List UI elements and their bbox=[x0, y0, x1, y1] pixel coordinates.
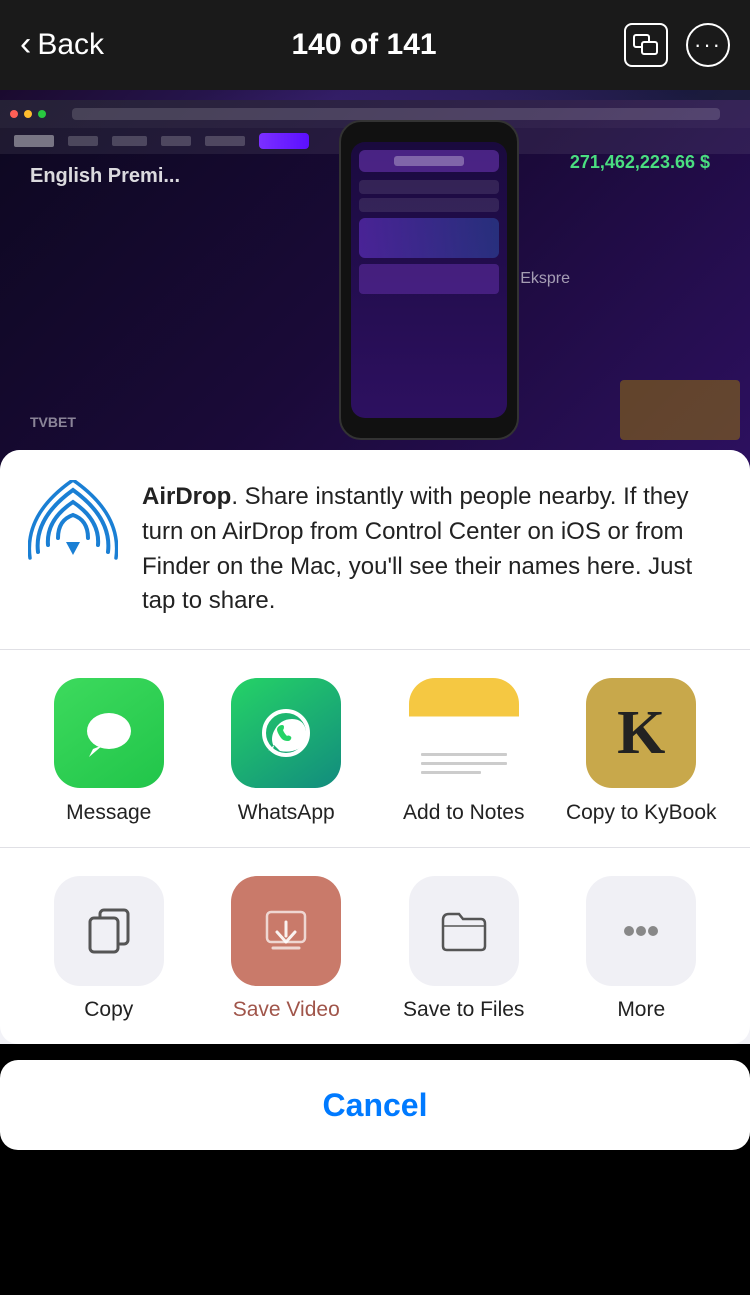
airdrop-description: AirDrop. Share instantly with people nea… bbox=[142, 480, 722, 619]
savevideo-action-icon bbox=[231, 876, 341, 986]
action-item-more[interactable]: More bbox=[553, 876, 731, 1022]
action-item-savetofiles[interactable]: Save to Files bbox=[375, 876, 553, 1022]
page-counter: 140 of 141 bbox=[291, 28, 436, 62]
apps-row: Message WhatsApp bbox=[20, 678, 730, 825]
message-app-label: Message bbox=[66, 800, 151, 825]
actions-row: Copy Save Video bbox=[20, 876, 730, 1022]
more-action-label: More bbox=[617, 998, 665, 1022]
whatsapp-app-icon bbox=[231, 678, 341, 788]
cancel-button[interactable]: Cancel bbox=[20, 1060, 730, 1150]
bg-text: English Premi... bbox=[30, 165, 180, 188]
back-chevron-icon: ‹ bbox=[20, 25, 31, 64]
app-item-kybook[interactable]: K Copy to KyBook bbox=[553, 678, 731, 825]
header-actions: ··· bbox=[624, 23, 730, 67]
app-item-whatsapp[interactable]: WhatsApp bbox=[198, 678, 376, 825]
copy-action-label: Copy bbox=[84, 998, 133, 1022]
back-label: Back bbox=[37, 28, 104, 62]
back-button[interactable]: ‹ Back bbox=[20, 27, 104, 64]
savetofiles-action-label: Save to Files bbox=[403, 998, 524, 1022]
airdrop-title: AirDrop bbox=[142, 483, 231, 510]
copy-action-icon bbox=[54, 876, 164, 986]
actions-section: Copy Save Video bbox=[0, 848, 750, 1044]
kybook-app-icon: K bbox=[586, 678, 696, 788]
savevideo-action-label: Save Video bbox=[233, 998, 340, 1022]
gallery-icon[interactable] bbox=[624, 23, 668, 67]
message-app-icon bbox=[54, 678, 164, 788]
airdrop-icon bbox=[28, 480, 118, 570]
action-item-savevideo[interactable]: Save Video bbox=[198, 876, 376, 1022]
kybook-app-label: Copy to KyBook bbox=[566, 800, 717, 825]
app-item-notes[interactable]: Add to Notes bbox=[375, 678, 553, 825]
savetofiles-action-icon bbox=[409, 876, 519, 986]
action-item-copy[interactable]: Copy bbox=[20, 876, 198, 1022]
app-item-message[interactable]: Message bbox=[20, 678, 198, 825]
apps-section: Message WhatsApp bbox=[0, 650, 750, 848]
whatsapp-app-label: WhatsApp bbox=[238, 800, 335, 825]
more-action-icon bbox=[586, 876, 696, 986]
background-image: English Premi... 271,462,223.66 $ Ekspre… bbox=[0, 90, 750, 480]
airdrop-section[interactable]: AirDrop. Share instantly with people nea… bbox=[0, 450, 750, 650]
more-options-icon[interactable]: ··· bbox=[686, 23, 730, 67]
notes-app-label: Add to Notes bbox=[403, 800, 524, 825]
notes-app-icon bbox=[409, 678, 519, 788]
status-bar: ‹ Back 140 of 141 ··· bbox=[0, 0, 750, 90]
share-sheet: AirDrop. Share instantly with people nea… bbox=[0, 450, 750, 1044]
cancel-section: Cancel bbox=[0, 1060, 750, 1150]
